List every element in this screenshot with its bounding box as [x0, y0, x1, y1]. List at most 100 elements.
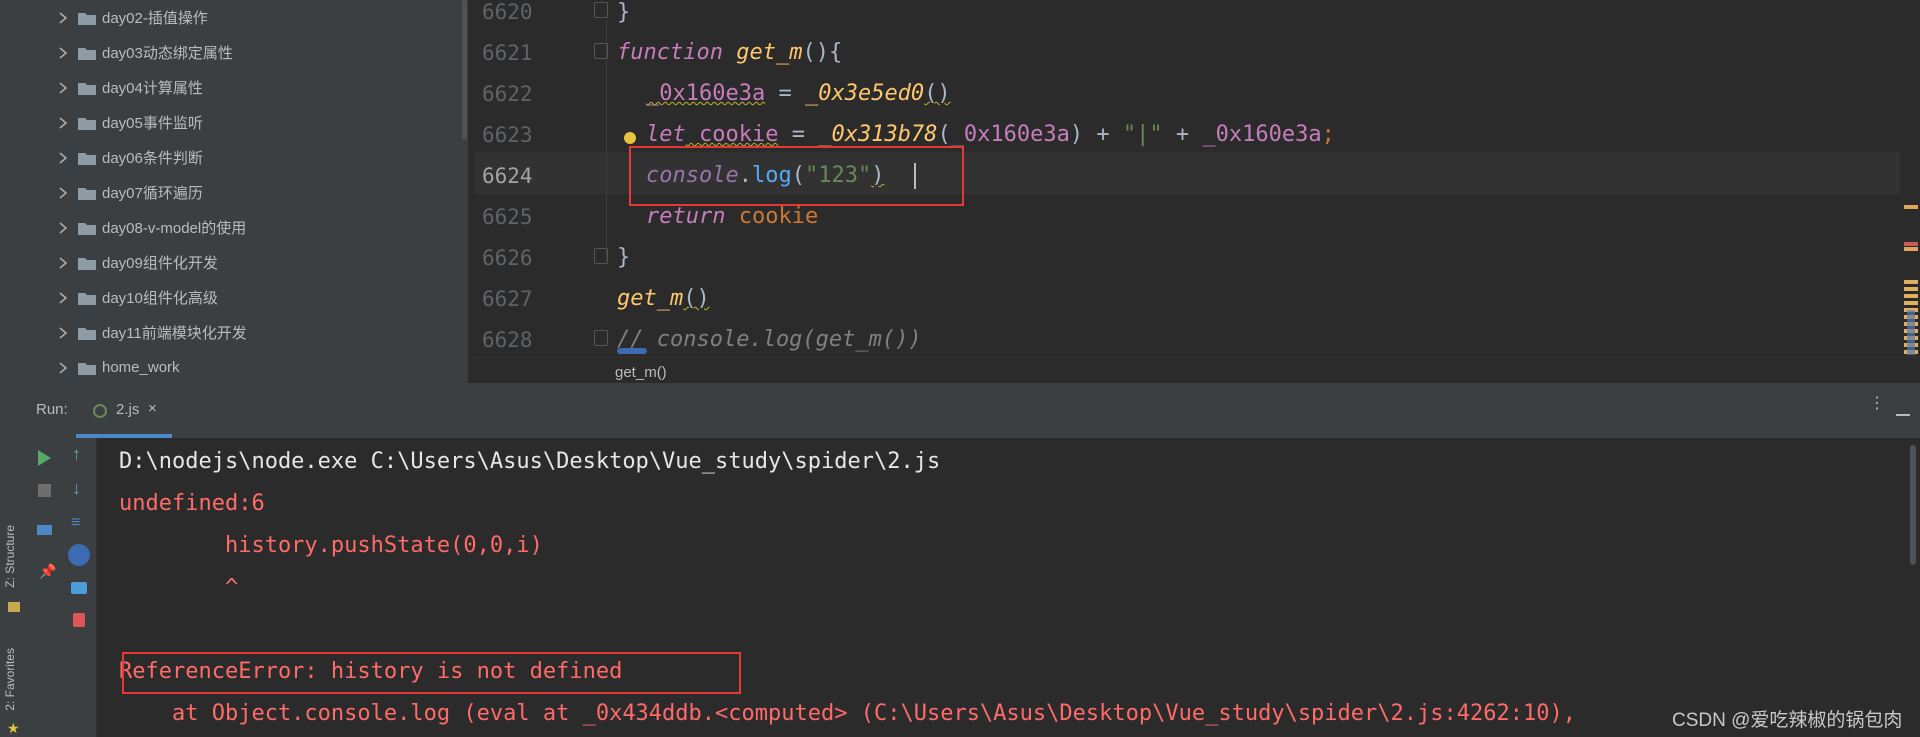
tree-item-label: home_work — [102, 359, 180, 376]
minimize-icon[interactable] — [1896, 414, 1910, 416]
folder-icon — [78, 291, 96, 305]
favorites-tab[interactable]: 2: Favorites — [3, 648, 25, 711]
code-line: // console.log(get_m()) — [617, 327, 922, 352]
code-brace: } — [617, 0, 631, 25]
line-number: 6625 — [482, 205, 533, 229]
code-line: get_m() — [617, 286, 710, 311]
layout-icon[interactable] — [37, 525, 52, 535]
chevron-right-icon[interactable] — [56, 221, 70, 235]
lightbulb-icon[interactable] — [624, 132, 636, 144]
code-variable: cookie — [725, 204, 819, 229]
chevron-right-icon[interactable] — [56, 46, 70, 60]
breadcrumb-item[interactable]: get_m() — [615, 364, 667, 381]
text-caret — [914, 163, 916, 189]
chevron-right-icon[interactable] — [56, 186, 70, 200]
folder-icon — [78, 361, 96, 375]
tree-item[interactable]: day08-v-model的使用 — [56, 210, 246, 245]
console-scrollbar[interactable] — [1910, 445, 1916, 565]
tree-item-label: day07循环遍历 — [102, 185, 203, 202]
breadcrumb: get_m() — [474, 357, 1920, 384]
close-icon[interactable]: × — [148, 400, 157, 417]
code-punctuation: ) + — [1069, 122, 1123, 147]
fold-marker-icon[interactable] — [594, 2, 608, 18]
chevron-right-icon[interactable] — [56, 151, 70, 165]
tree-item-label: day08-v-model的使用 — [102, 220, 247, 237]
tree-item[interactable]: day06条件判断 — [56, 140, 203, 175]
fold-marker-icon[interactable] — [594, 330, 608, 346]
arrow-down-icon[interactable]: ↓ — [72, 478, 81, 499]
left-tool-strip: Z: Structure 2: Favorites ★ — [0, 0, 29, 737]
soft-wrap-icon[interactable]: ≡ — [71, 514, 80, 532]
error-stripe-marker[interactable] — [1904, 205, 1918, 209]
tree-item[interactable]: day05事件监听 — [56, 105, 203, 140]
code-line: } — [617, 245, 630, 270]
tree-item[interactable]: day02-插值操作 — [56, 0, 208, 35]
error-stripe-marker[interactable] — [1904, 247, 1918, 251]
code-semicolon: ; — [1321, 122, 1335, 147]
console-stack-line[interactable]: at Object.console.log (eval at _0x434ddb… — [119, 701, 1576, 726]
arrow-up-icon[interactable]: ↑ — [72, 444, 81, 465]
tree-item-label: day09组件化开发 — [102, 255, 218, 272]
rerun-icon[interactable] — [38, 450, 51, 466]
editor-hscroll[interactable] — [617, 348, 647, 354]
trash-icon[interactable] — [73, 613, 85, 627]
folder-icon — [78, 116, 96, 130]
code-call: _0x3e5ed0 — [804, 81, 925, 106]
stop-icon[interactable] — [38, 484, 51, 497]
fold-marker-icon[interactable] — [594, 248, 608, 264]
run-panel-header — [28, 383, 1920, 439]
line-number: 6621 — [482, 41, 533, 65]
pin-icon[interactable]: 📌 — [39, 563, 56, 580]
folder-icon — [78, 81, 96, 95]
chevron-right-icon[interactable] — [56, 11, 70, 25]
tree-item[interactable]: day03动态绑定属性 — [56, 35, 233, 70]
code-variable: _0x160e3a — [646, 81, 766, 106]
tree-item[interactable]: day07循环遍历 — [56, 175, 203, 210]
code-line: let cookie = _0x313b78(_0x160e3a) + "|" … — [646, 122, 1335, 147]
folder-icon — [78, 221, 96, 235]
scroll-to-end-icon[interactable] — [68, 544, 90, 566]
code-keyword: let — [646, 122, 686, 147]
chevron-right-icon[interactable] — [56, 361, 70, 375]
structure-tab[interactable]: Z: Structure — [3, 525, 25, 588]
tree-scrollbar[interactable] — [462, 0, 467, 140]
tree-item-label: day05事件监听 — [102, 115, 203, 132]
console-error-line: undefined:6 — [119, 491, 265, 516]
line-number: 6620 — [482, 0, 533, 24]
code-line: function get_m(){ — [617, 40, 842, 65]
line-number: 6626 — [482, 246, 533, 270]
line-number-current: 6624 — [482, 164, 533, 188]
error-stripe-marker[interactable] — [1904, 242, 1918, 246]
code-punctuation: ( — [937, 122, 951, 147]
more-options-icon[interactable]: ⋮ — [1869, 396, 1885, 412]
tree-item[interactable]: day10组件化高级 — [56, 280, 218, 315]
code-variable: _0x160e3a — [1202, 122, 1322, 147]
tree-item[interactable]: day11前端模块化开发 — [56, 315, 247, 350]
line-number: 6622 — [482, 82, 533, 106]
scroll-position-marker[interactable] — [1907, 310, 1915, 355]
code-line: _0x160e3a = _0x3e5ed0() — [646, 81, 951, 106]
tree-item[interactable]: home_work — [56, 350, 180, 385]
watermark: CSDN @爱吃辣椒的锅包肉 — [1672, 710, 1903, 731]
print-icon[interactable] — [71, 582, 87, 594]
run-toolbar-left: 📌 — [28, 438, 62, 737]
folder-icon — [78, 256, 96, 270]
chevron-right-icon[interactable] — [56, 256, 70, 270]
code-keyword: return — [646, 204, 726, 229]
line-number: 6623 — [482, 123, 533, 147]
fold-marker-icon[interactable] — [594, 43, 608, 59]
chevron-right-icon[interactable] — [56, 291, 70, 305]
tree-item[interactable]: day09组件化开发 — [56, 245, 218, 280]
star-icon: ★ — [7, 720, 20, 736]
chevron-right-icon[interactable] — [56, 116, 70, 130]
code-variable: cookie — [685, 122, 779, 147]
tree-item-label: day02-插值操作 — [102, 10, 208, 27]
chevron-right-icon[interactable] — [56, 81, 70, 95]
code-brace: } — [617, 245, 631, 270]
folder-icon — [78, 151, 96, 165]
chevron-right-icon[interactable] — [56, 326, 70, 340]
tree-item-label: day06条件判断 — [102, 150, 203, 167]
tree-item[interactable]: day04计算属性 — [56, 70, 203, 105]
code-string: "|" — [1122, 122, 1163, 147]
code-operator: = — [778, 122, 819, 147]
